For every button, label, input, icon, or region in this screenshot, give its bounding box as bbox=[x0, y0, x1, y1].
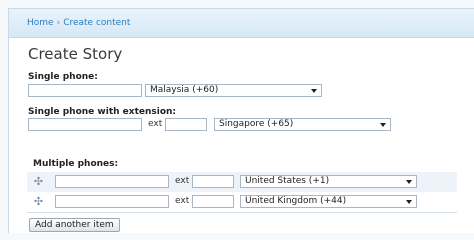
single-phone-number-input[interactable] bbox=[28, 84, 142, 97]
multiple-phone-number-input[interactable] bbox=[55, 175, 169, 188]
breadcrumb-separator: › bbox=[56, 18, 61, 28]
single-phone-country-value: Malaysia (+60) bbox=[150, 85, 219, 95]
chevron-down-icon bbox=[406, 200, 412, 204]
breadcrumb: Home › Create content bbox=[27, 18, 130, 28]
single-phone-ext-extension-input[interactable] bbox=[165, 118, 207, 131]
multiple-phone-number-input[interactable] bbox=[55, 195, 169, 208]
single-phone-ext-number-input[interactable] bbox=[28, 118, 142, 131]
multiple-phone-country-select[interactable]: United Kingdom (+44) bbox=[240, 195, 417, 208]
chevron-down-icon bbox=[311, 89, 317, 93]
drag-handle-icon[interactable]: ✣ bbox=[33, 196, 44, 207]
add-another-item-button[interactable]: Add another item bbox=[29, 218, 120, 232]
single-phone-ext-ext-label: ext bbox=[148, 119, 163, 129]
table-row: ✣ ext United States (+1) bbox=[27, 172, 457, 193]
breadcrumb-create-content-link[interactable]: Create content bbox=[63, 18, 130, 28]
multiple-phone-extension-input[interactable] bbox=[192, 195, 234, 208]
single-phone-ext-country-select[interactable]: Singapore (+65) bbox=[214, 118, 391, 131]
table-row: ✣ ext United Kingdom (+44) bbox=[27, 192, 457, 213]
single-phone-country-select[interactable]: Malaysia (+60) bbox=[145, 84, 322, 97]
multiple-phone-ext-label: ext bbox=[175, 176, 190, 186]
content-frame: Home › Create content Create Story Single … bbox=[8, 8, 474, 233]
chevron-down-icon bbox=[406, 180, 412, 184]
drag-handle-icon[interactable]: ✣ bbox=[33, 176, 44, 187]
page-title: Create Story bbox=[28, 45, 123, 63]
single-phone-ext-country-value: Singapore (+65) bbox=[219, 119, 294, 129]
single-phone-ext-label: Single phone with extension: bbox=[28, 107, 177, 117]
single-phone-label: Single phone: bbox=[28, 72, 98, 82]
multiple-phone-country-select[interactable]: United States (+1) bbox=[240, 175, 417, 188]
chevron-down-icon bbox=[380, 123, 386, 127]
multiple-phone-country-value: United Kingdom (+44) bbox=[245, 196, 347, 206]
multiple-phone-extension-input[interactable] bbox=[192, 175, 234, 188]
multiple-phone-ext-label: ext bbox=[175, 196, 190, 206]
multiple-phones-label: Multiple phones: bbox=[33, 159, 119, 169]
breadcrumb-bar: Home › Create content bbox=[9, 9, 474, 38]
multiple-phone-country-value: United States (+1) bbox=[245, 176, 330, 186]
multiple-phones-header: Multiple phones: bbox=[27, 152, 457, 173]
breadcrumb-home-link[interactable]: Home bbox=[27, 18, 54, 28]
